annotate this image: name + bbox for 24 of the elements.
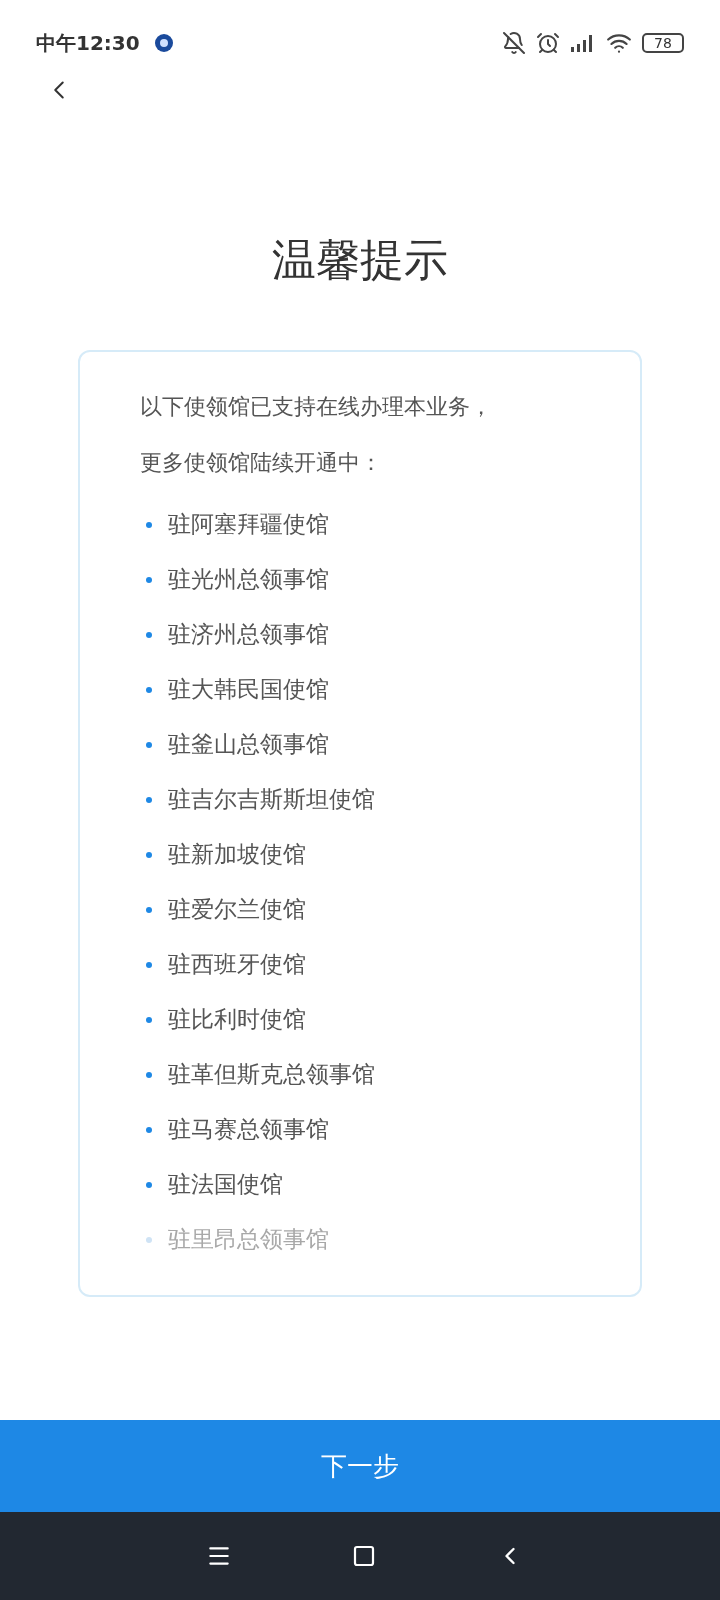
consulate-item: 驻革但斯克总领事馆 [168, 1060, 375, 1090]
consulate-item: 驻大韩民国使馆 [168, 675, 329, 705]
consulate-item: 驻釜山总领事馆 [168, 730, 329, 760]
next-button[interactable]: 下一步 [0, 1420, 720, 1512]
consulate-item: 驻比利时使馆 [168, 1005, 306, 1035]
consulate-item: 驻济州总领事馆 [168, 620, 329, 650]
battery-indicator: 78 [642, 33, 684, 53]
consulate-item: 驻吉尔吉斯斯坦使馆 [168, 785, 375, 815]
status-time: 中午12:30 [36, 30, 140, 57]
mute-icon [502, 31, 526, 55]
app-notification-icon [153, 33, 174, 53]
notice-text: 以下使领馆已支持在线办理本业务， [140, 393, 493, 421]
home-icon[interactable] [352, 1544, 376, 1568]
consulate-item: 驻阿塞拜疆使馆 [168, 510, 329, 540]
consulate-item: 驻光州总领事馆 [168, 565, 329, 595]
consulate-item: 驻新加坡使馆 [168, 840, 306, 870]
page-title: 温馨提示 [271, 233, 449, 287]
consulate-item: 驻马赛总领事馆 [168, 1115, 329, 1145]
consulate-item: 驻西班牙使馆 [168, 950, 306, 980]
consulate-item: 驻法国使馆 [168, 1170, 283, 1200]
consulate-item: 驻里昂总领事馆 [168, 1225, 329, 1255]
alarm-icon [536, 31, 560, 55]
notice-text: 更多使领馆陆续开通中： [140, 449, 383, 477]
consulate-item: 驻爱尔兰使馆 [168, 895, 306, 925]
